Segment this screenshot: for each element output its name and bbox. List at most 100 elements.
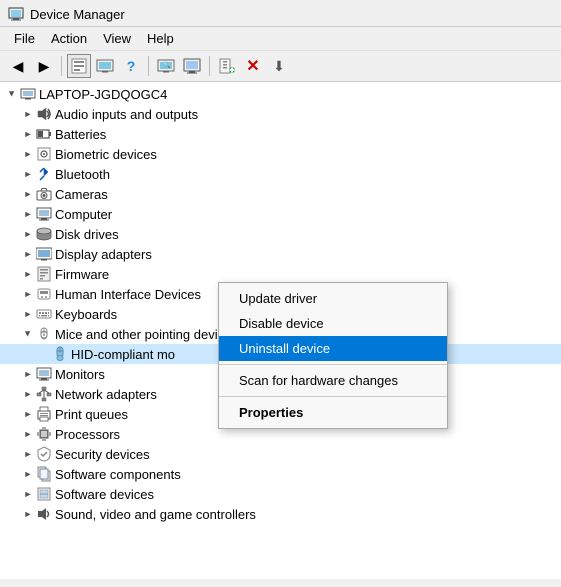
processors-label: Processors	[55, 427, 120, 442]
menu-help[interactable]: Help	[139, 29, 182, 48]
hid-arrow: ►	[20, 286, 36, 302]
menu-view[interactable]: View	[95, 29, 139, 48]
processors-arrow: ►	[20, 426, 36, 442]
tree-item-computer[interactable]: ► Computer	[0, 204, 561, 224]
firmware-label: Firmware	[55, 267, 109, 282]
monitors-icon	[36, 366, 52, 382]
monitors-label: Monitors	[55, 367, 105, 382]
toolbar-separator-1	[61, 56, 62, 76]
root-arrow: ►	[4, 86, 20, 102]
display-arrow: ►	[20, 246, 36, 262]
keyboards-icon	[36, 306, 52, 322]
network-label: Network adapters	[55, 387, 157, 402]
sw-devices-arrow: ►	[20, 486, 36, 502]
hid-mouse-icon	[52, 346, 68, 362]
batteries-arrow: ►	[20, 126, 36, 142]
mice-label: Mice and other pointing devices	[55, 327, 238, 342]
computer-arrow: ►	[20, 206, 36, 222]
disk-icon	[36, 226, 52, 242]
main-area: ► LAPTOP-JGDQOGC4 ► Audio inputs and	[0, 82, 561, 579]
tree-item-software-components[interactable]: ► Software components	[0, 464, 561, 484]
sw-components-arrow: ►	[20, 466, 36, 482]
security-label: Security devices	[55, 447, 150, 462]
context-menu: Update driver Disable device Uninstall d…	[218, 282, 448, 429]
network-icon	[36, 386, 52, 402]
menu-file[interactable]: File	[6, 29, 43, 48]
mice-icon	[36, 326, 52, 342]
context-menu-update-driver[interactable]: Update driver	[219, 286, 447, 311]
security-arrow: ►	[20, 446, 36, 462]
sw-devices-icon	[36, 486, 52, 502]
refresh-button[interactable]: ⬇	[267, 54, 291, 78]
tree-item-display[interactable]: ► Display adapters	[0, 244, 561, 264]
biometric-arrow: ►	[20, 146, 36, 162]
scan-hardware-button[interactable]: 🔍	[154, 54, 178, 78]
network-arrow: ►	[20, 386, 36, 402]
monitors-arrow: ►	[20, 366, 36, 382]
context-menu-separator	[219, 364, 447, 365]
sw-devices-label: Software devices	[55, 487, 154, 502]
print-arrow: ►	[20, 406, 36, 422]
context-menu-disable-device[interactable]: Disable device	[219, 311, 447, 336]
back-button[interactable]: ◀	[6, 54, 30, 78]
tree-item-sound[interactable]: ► Sound, video and game controllers	[0, 504, 561, 524]
tree-item-cameras[interactable]: ► Cameras	[0, 184, 561, 204]
context-menu-properties[interactable]: Properties	[219, 400, 447, 425]
sound-icon	[36, 506, 52, 522]
firmware-icon	[36, 266, 52, 282]
display-icon	[36, 246, 52, 262]
properties-button[interactable]	[67, 54, 91, 78]
toolbar: ◀ ▶ ? 🔍	[0, 51, 561, 82]
title-text: Device Manager	[30, 7, 125, 22]
tree-item-software-devices[interactable]: ► Software devices	[0, 484, 561, 504]
menu-action[interactable]: Action	[43, 29, 95, 48]
add-button[interactable]	[215, 54, 239, 78]
sw-components-label: Software components	[55, 467, 181, 482]
tree-item-bluetooth[interactable]: ► Bluetooth	[0, 164, 561, 184]
bluetooth-arrow: ►	[20, 166, 36, 182]
keyboards-label: Keyboards	[55, 307, 117, 322]
firmware-arrow: ►	[20, 266, 36, 282]
disk-label: Disk drives	[55, 227, 119, 242]
biometric-label: Biometric devices	[55, 147, 157, 162]
remove-button[interactable]: ✕	[241, 54, 265, 78]
tree-item-security[interactable]: ► Security devices	[0, 444, 561, 464]
tree-root[interactable]: ► LAPTOP-JGDQOGC4	[0, 84, 561, 104]
cameras-icon	[36, 186, 52, 202]
biometric-icon	[36, 146, 52, 162]
toolbar-separator-2	[148, 56, 149, 76]
computer-icon	[36, 206, 52, 222]
root-label: LAPTOP-JGDQOGC4	[39, 87, 167, 102]
context-menu-uninstall-device[interactable]: Uninstall device	[219, 336, 447, 361]
svg-text:🔍: 🔍	[163, 61, 171, 69]
audio-arrow: ►	[20, 106, 36, 122]
bluetooth-icon	[36, 166, 52, 182]
tree-item-disk[interactable]: ► Disk drives	[0, 224, 561, 244]
sw-components-icon	[36, 466, 52, 482]
tree-item-biometric[interactable]: ► Biometric devices	[0, 144, 561, 164]
update-driver-button[interactable]	[93, 54, 117, 78]
root-icon	[20, 86, 36, 102]
print-icon	[36, 406, 52, 422]
tree-item-batteries[interactable]: ► Batteries	[0, 124, 561, 144]
monitor-button[interactable]	[180, 54, 204, 78]
sound-arrow: ►	[20, 506, 36, 522]
title-bar: Device Manager	[0, 0, 561, 27]
toolbar-separator-3	[209, 56, 210, 76]
hid-label: Human Interface Devices	[55, 287, 201, 302]
batteries-icon	[36, 126, 52, 142]
forward-button[interactable]: ▶	[32, 54, 56, 78]
audio-label: Audio inputs and outputs	[55, 107, 198, 122]
audio-icon	[36, 106, 52, 122]
display-label: Display adapters	[55, 247, 152, 262]
context-menu-scan-hardware[interactable]: Scan for hardware changes	[219, 368, 447, 393]
cameras-arrow: ►	[20, 186, 36, 202]
print-label: Print queues	[55, 407, 128, 422]
disk-arrow: ►	[20, 226, 36, 242]
help-button[interactable]: ?	[119, 54, 143, 78]
tree-item-audio[interactable]: ► Audio inputs and outputs	[0, 104, 561, 124]
context-menu-separator-2	[219, 396, 447, 397]
tree-item-firmware[interactable]: ► Firmware	[0, 264, 561, 284]
computer-label: Computer	[55, 207, 112, 222]
title-bar-icon	[8, 6, 24, 22]
